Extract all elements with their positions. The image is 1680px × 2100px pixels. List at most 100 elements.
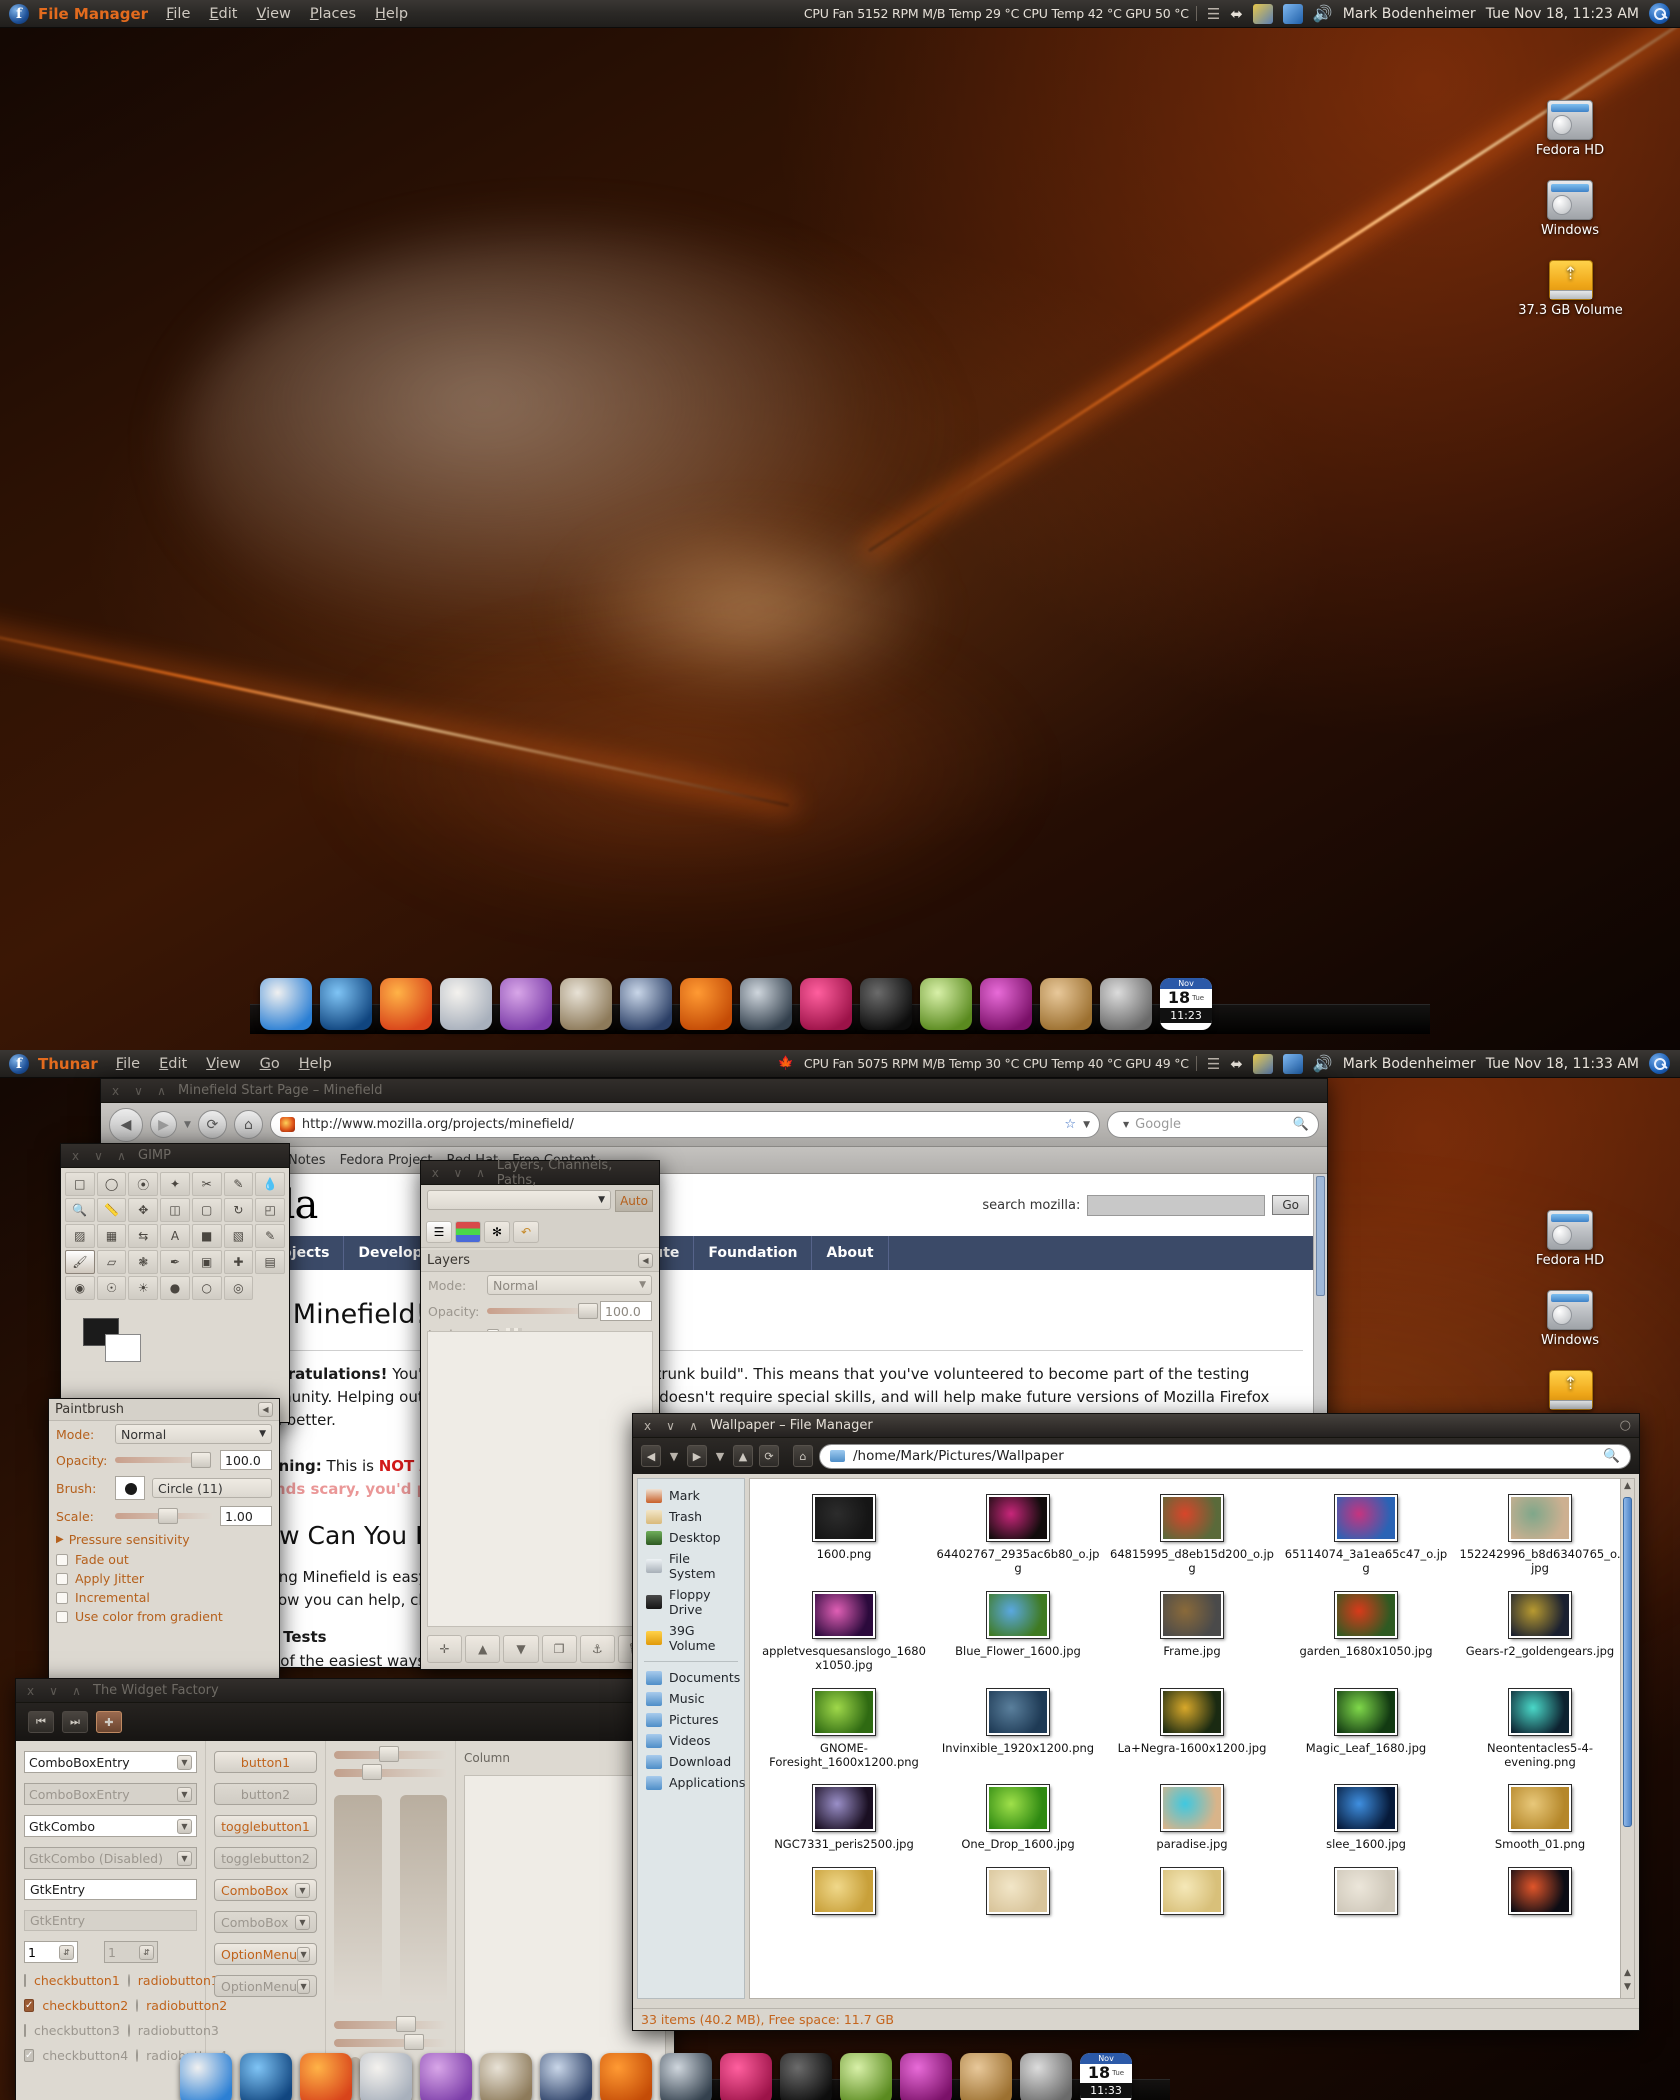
duplicate-layer-icon[interactable]: ❐ bbox=[541, 1635, 577, 1663]
home-icon[interactable]: ⌂ bbox=[793, 1445, 813, 1467]
file-item[interactable] bbox=[758, 1862, 930, 1930]
titlebar-firefox[interactable]: x ∨ ∧ Minefield Start Page – Minefield bbox=[101, 1079, 1327, 1103]
file-grid[interactable]: 1600.png 64402767_2935ac6b80_o.jpg 6481599… bbox=[750, 1479, 1634, 1930]
text-editor-icon[interactable] bbox=[920, 978, 972, 1030]
photo-icon[interactable] bbox=[980, 978, 1032, 1030]
menu-file[interactable]: File bbox=[161, 4, 195, 24]
tool-extra-icon[interactable]: ● bbox=[160, 1276, 190, 1300]
close-icon[interactable]: x bbox=[109, 1084, 122, 1098]
fedora-logo-icon[interactable]: f bbox=[9, 1053, 29, 1074]
option-opacity-value[interactable]: 100.0 bbox=[220, 1450, 272, 1470]
place-applications[interactable]: Applications bbox=[638, 1772, 745, 1793]
maximize-icon[interactable]: ∧ bbox=[155, 1084, 168, 1098]
tab-undo-history-icon[interactable]: ↶ bbox=[513, 1221, 539, 1243]
screenshot-icon[interactable] bbox=[1252, 1053, 1273, 1074]
tool-heal-icon[interactable]: ✚ bbox=[223, 1250, 254, 1274]
chevron-down-icon[interactable]: ▼ bbox=[184, 1120, 191, 1130]
file-item[interactable]: Frame.jpg bbox=[1106, 1586, 1278, 1683]
place-pictures[interactable]: Pictures bbox=[638, 1709, 744, 1730]
desktop-icon-windows[interactable]: Windows bbox=[1520, 1290, 1620, 1348]
option-opacity-slider[interactable] bbox=[115, 1452, 213, 1468]
resize-icon[interactable]: ⬌ bbox=[1230, 5, 1243, 23]
forward-caret-icon[interactable]: ▼ bbox=[713, 1445, 727, 1467]
places-sidebar[interactable]: Mark Trash Desktop File System Floppy Dr… bbox=[637, 1478, 745, 1999]
package-icon[interactable] bbox=[800, 978, 852, 1030]
firefox-icon[interactable] bbox=[380, 978, 432, 1030]
vertical-scale-1[interactable] bbox=[334, 1795, 382, 2003]
titlebar-gimp-toolbox[interactable]: x ∨ ∧ GIMP bbox=[61, 1144, 289, 1168]
search-bar[interactable]: ▼ Google 🔍 bbox=[1107, 1111, 1319, 1138]
file-manager-toolbar[interactable]: ◀ ▼ ▶ ▼ ▲ ⟳ ⌂ /home/Mark/Pictures/Wallpa… bbox=[633, 1438, 1639, 1474]
file-item[interactable]: Neontentacles5-4-evening.png bbox=[1454, 1683, 1626, 1780]
raise-layer-icon[interactable]: ▲ bbox=[465, 1635, 501, 1663]
layers-list[interactable] bbox=[427, 1331, 653, 1627]
finder-icon[interactable] bbox=[180, 2053, 232, 2100]
place-documents[interactable]: Documents bbox=[638, 1667, 744, 1688]
option-apply-jitter[interactable]: Apply Jitter bbox=[49, 1569, 279, 1588]
clock[interactable]: Tue Nov 18, 11:33 AM bbox=[1486, 1056, 1639, 1072]
file-item[interactable]: appletvesquesanslogo_1680x1050.jpg bbox=[758, 1586, 930, 1683]
back-button[interactable]: ◀ bbox=[109, 1107, 143, 1142]
tool-fuzzy-select-icon[interactable]: ✦ bbox=[160, 1172, 190, 1196]
calendar-clock-icon[interactable]: Nov 18 Tue 11:23 bbox=[1160, 978, 1212, 1030]
tool-measure-icon[interactable]: 📏 bbox=[96, 1198, 127, 1222]
calendar-clock-icon[interactable]: Nov 18 Tue 11:33 bbox=[1080, 2053, 1132, 2100]
vlc-icon[interactable] bbox=[680, 978, 732, 1030]
close-icon[interactable]: x bbox=[69, 1149, 82, 1163]
bottom-panel[interactable]: f Thunar File Edit View Go Help 🍁 CPU Fa… bbox=[0, 1050, 1680, 1078]
layers-opacity-value[interactable]: 100.0 bbox=[600, 1301, 652, 1321]
pressure-sensitivity-expander[interactable]: ▶ Pressure sensitivity bbox=[49, 1529, 279, 1550]
desktop-icon-volume[interactable]: 37.3 GB Volume bbox=[1513, 260, 1628, 318]
site-search-go-button[interactable]: Go bbox=[1272, 1195, 1309, 1215]
tab-paths-icon[interactable]: ✻ bbox=[484, 1221, 510, 1243]
brush-preview-icon[interactable] bbox=[115, 1476, 145, 1500]
display-icon[interactable] bbox=[1282, 1053, 1303, 1074]
collapse-icon[interactable]: ◀ bbox=[638, 1253, 653, 1268]
trash-icon[interactable] bbox=[960, 2053, 1012, 2100]
gtkcombo-1[interactable]: GtkCombo ▼ bbox=[24, 1815, 197, 1837]
maximize-icon[interactable]: ∧ bbox=[687, 1419, 700, 1433]
home-button[interactable]: ⌂ bbox=[233, 1110, 263, 1139]
close-icon[interactable]: x bbox=[24, 1684, 37, 1698]
reload-icon[interactable]: ⟳ bbox=[759, 1445, 779, 1467]
tab-layers-icon[interactable]: ☰ bbox=[426, 1221, 452, 1243]
user-name[interactable]: Mark Bodenheimer bbox=[1343, 6, 1476, 22]
minimize-icon[interactable]: ∨ bbox=[664, 1419, 677, 1433]
window-menu-icon[interactable]: ○ bbox=[1620, 1418, 1631, 1433]
file-item[interactable]: GNOME-Foresight_1600x1200.png bbox=[758, 1683, 930, 1780]
top-panel[interactable]: f File Manager File Edit View Places Hel… bbox=[0, 0, 1680, 28]
layers-opacity-slider[interactable] bbox=[487, 1303, 599, 1319]
window-gimp-toolbox[interactable]: x ∨ ∧ GIMP □ ◯ ⦿ ✦ ✂ ✎ 💧 🔍 📏 ✥ ◫ ▢ ↻ ◰ ▨… bbox=[60, 1143, 290, 1423]
file-icon-view[interactable]: 1600.png 64402767_2935ac6b80_o.jpg 6481599… bbox=[749, 1478, 1635, 1999]
pidgin-icon[interactable] bbox=[420, 2053, 472, 2100]
foreground-background-colors[interactable] bbox=[83, 1318, 143, 1362]
layers-image-selector-row[interactable]: ▼ Auto bbox=[421, 1185, 659, 1217]
search-icon[interactable]: 🔍 bbox=[1603, 1448, 1620, 1464]
tool-perspective-clone-icon[interactable]: ▤ bbox=[255, 1250, 285, 1274]
volume-icon[interactable]: 🔊 bbox=[1313, 1054, 1333, 1073]
auto-button[interactable]: Auto bbox=[615, 1190, 653, 1212]
file-item[interactable]: 152242996_b8d6340765_o.jpg bbox=[1454, 1489, 1626, 1586]
site-search[interactable]: search mozilla: Go bbox=[982, 1194, 1309, 1216]
mail-icon[interactable] bbox=[360, 2053, 412, 2100]
option-scale-slider[interactable] bbox=[115, 1508, 213, 1524]
tool-perspective-icon[interactable]: ▦ bbox=[96, 1224, 127, 1248]
dock-top[interactable]: Nov 18 Tue 11:23 bbox=[250, 960, 1430, 1034]
place-trash[interactable]: Trash bbox=[638, 1506, 744, 1527]
chevron-down-icon[interactable]: ▼ bbox=[295, 1882, 310, 1898]
place-desktop[interactable]: Desktop bbox=[638, 1527, 744, 1548]
maximize-icon[interactable]: ∧ bbox=[70, 1684, 83, 1698]
printer-icon[interactable] bbox=[1020, 2053, 1072, 2100]
file-item[interactable] bbox=[1106, 1862, 1278, 1930]
tool-rect-select-icon[interactable]: □ bbox=[65, 1172, 95, 1196]
tool-flip-icon[interactable]: ⇆ bbox=[128, 1224, 159, 1248]
clock[interactable]: Tue Nov 18, 11:23 AM bbox=[1486, 6, 1639, 22]
fedora-logo-icon[interactable]: f bbox=[9, 3, 29, 24]
site-search-input[interactable] bbox=[1087, 1194, 1266, 1216]
minimize-icon[interactable]: ∨ bbox=[92, 1149, 105, 1163]
spinner-enabled[interactable]: 1 ⇵ bbox=[24, 1941, 78, 1963]
terminal-icon[interactable] bbox=[780, 2053, 832, 2100]
inkscape-icon[interactable] bbox=[540, 2053, 592, 2100]
audio-icon[interactable] bbox=[660, 2053, 712, 2100]
option-use-color-from-gradient[interactable]: Use color from gradient bbox=[49, 1607, 279, 1626]
